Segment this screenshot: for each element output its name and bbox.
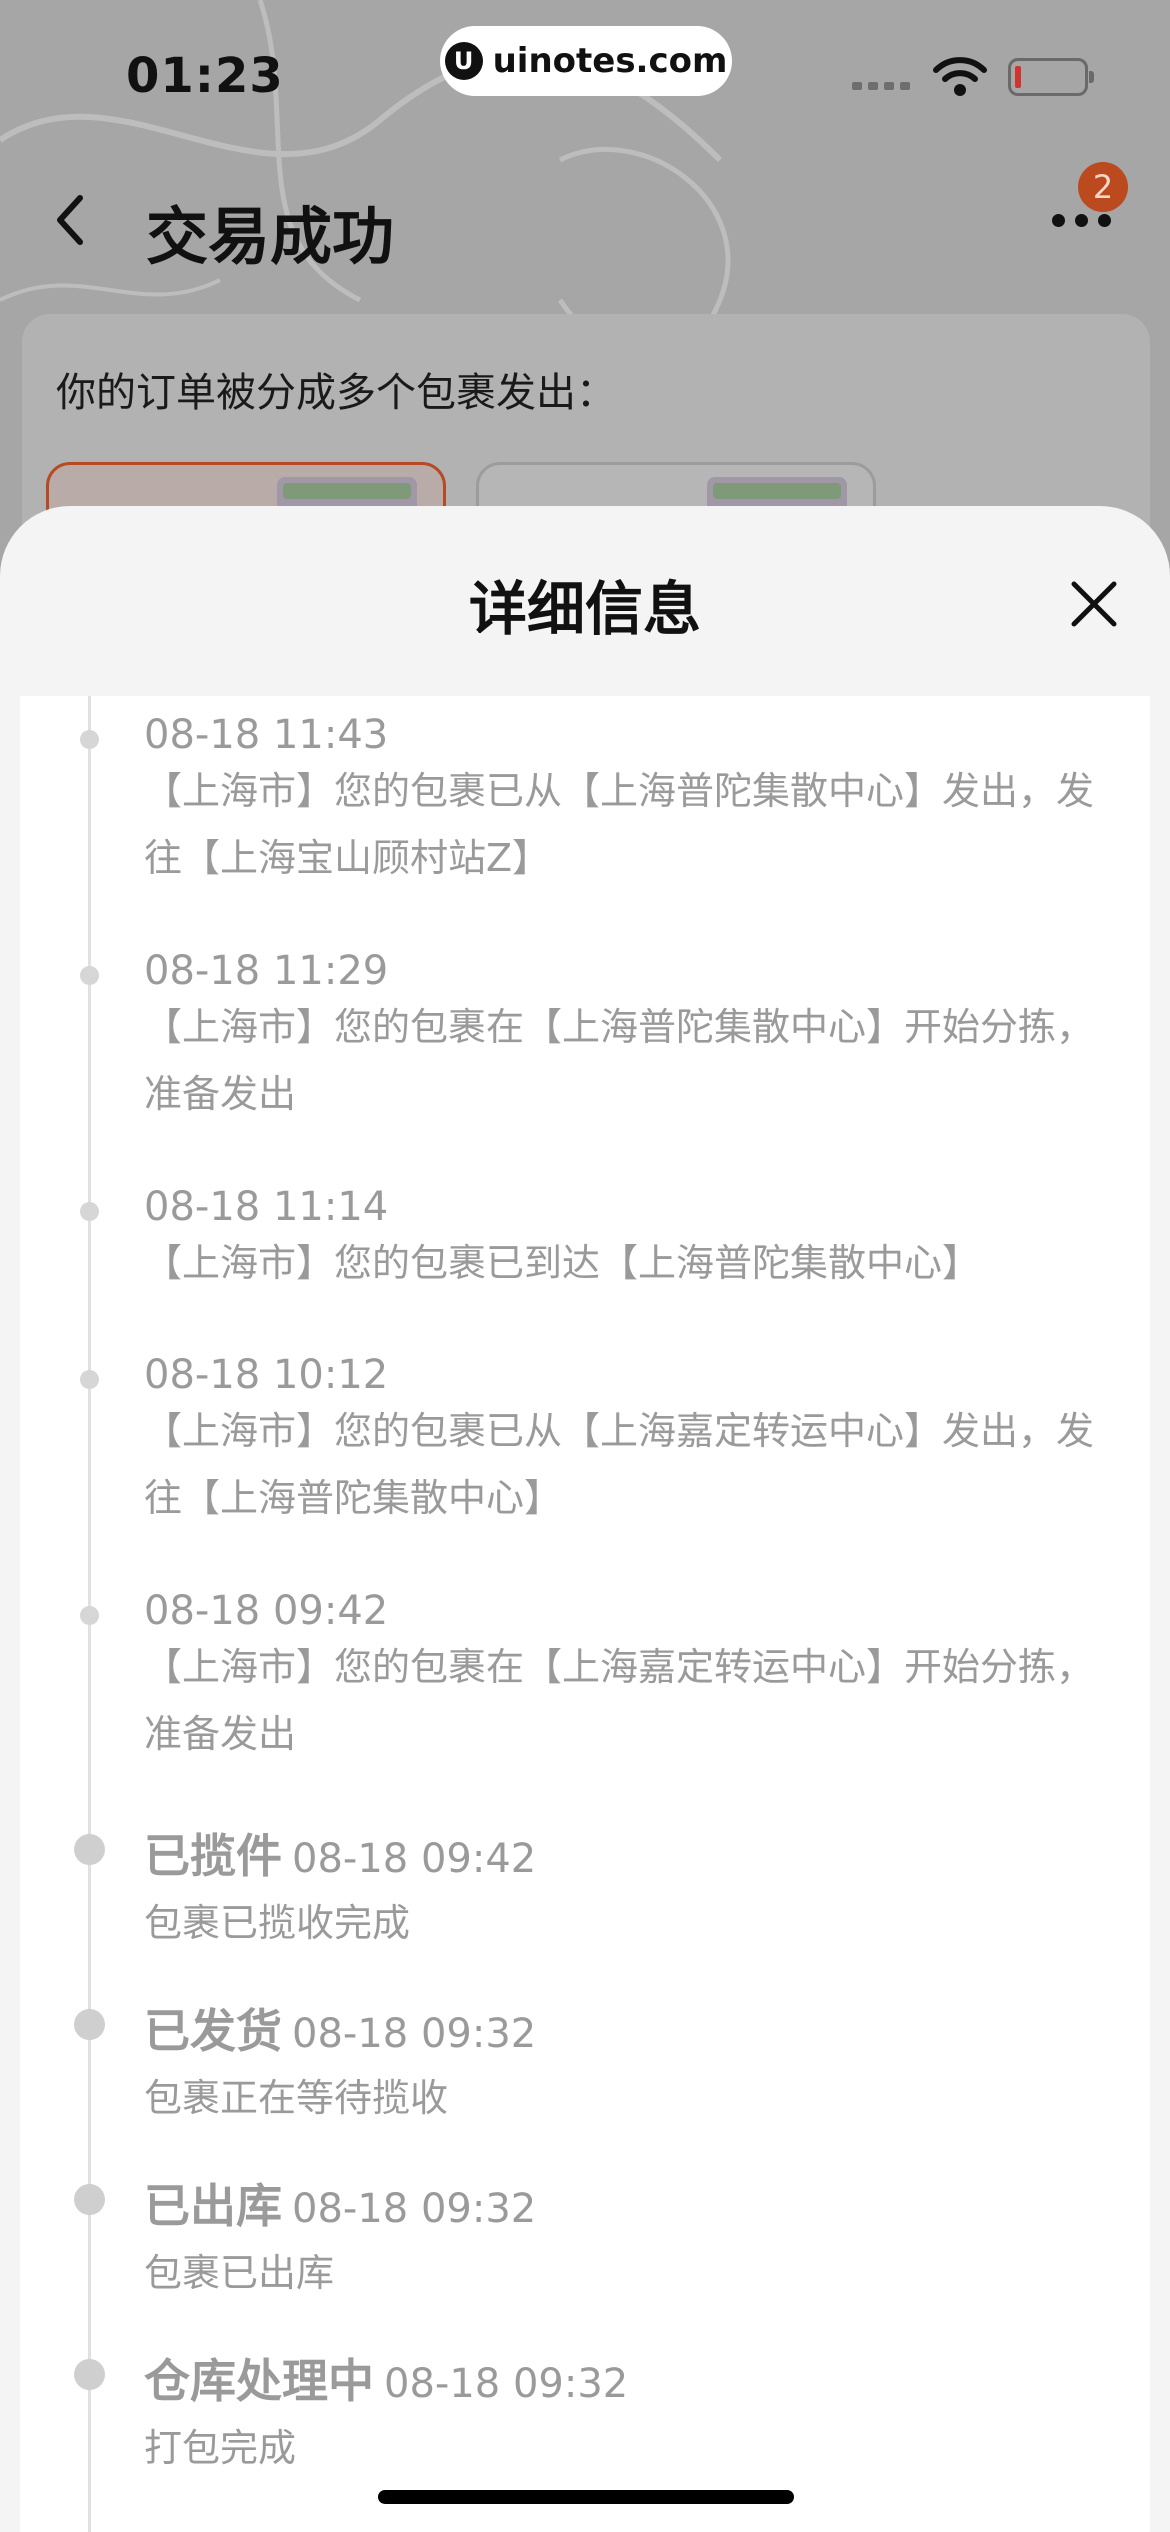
- event-time: 08-18 11:14: [144, 1184, 389, 1230]
- signal-icon: [852, 82, 910, 90]
- url-text: uinotes.com: [492, 41, 728, 81]
- event-text: 【上海市】您的包裹已从【上海普陀集散中心】发出，发往【上海宝山顾村站Z】: [144, 769, 1095, 880]
- timeline-dot: [80, 966, 99, 985]
- timeline-dot: [80, 730, 99, 749]
- more-icon[interactable]: [1052, 214, 1111, 227]
- sheet-title: 详细信息: [468, 575, 701, 643]
- uinotes-logo-icon: U: [444, 42, 483, 80]
- milestone-time: 08-18 09:32: [292, 2011, 537, 2057]
- back-arrow-icon[interactable]: [50, 190, 90, 250]
- detail-sheet: 详细信息 08-18 11:43 【上海市】您的包裹已从【上海普陀集散中心】发出…: [0, 506, 1170, 2532]
- timeline-dot: [74, 2009, 105, 2040]
- event-time: 08-18 10:12: [144, 1352, 389, 1398]
- milestone-text: 包裹已出库: [144, 2251, 335, 2295]
- event-text: 【上海市】您的包裹在【上海普陀集散中心】开始分拣，准备发出: [144, 1005, 1095, 1116]
- timeline-dot: [74, 2184, 105, 2215]
- event-time: 08-18 11:43: [144, 712, 389, 758]
- status-time: 01:23: [126, 48, 284, 104]
- timeline-dot: [80, 1202, 99, 1221]
- split-notice: 你的订单被分成多个包裹发出：: [56, 370, 616, 416]
- timeline-dot: [80, 1606, 99, 1625]
- close-icon[interactable]: [1066, 576, 1122, 632]
- battery-icon: [1008, 58, 1094, 96]
- timeline-dot: [74, 1834, 105, 1865]
- milestone-status: 已出库: [144, 2179, 282, 2233]
- event-text: 【上海市】您的包裹已到达【上海普陀集散中心】: [144, 1241, 981, 1285]
- milestone-status: 仓库处理中: [144, 2354, 374, 2408]
- milestone-text: 包裹已揽收完成: [144, 1901, 411, 1945]
- home-indicator[interactable]: [378, 2490, 794, 2504]
- milestone-time: 08-18 09:32: [384, 2361, 629, 2407]
- event-text: 【上海市】您的包裹已从【上海嘉定转运中心】发出，发往【上海普陀集散中心】: [144, 1409, 1095, 1520]
- milestone-time: 08-18 09:42: [292, 1836, 537, 1882]
- event-time: 08-18 09:42: [144, 1588, 389, 1634]
- milestone-text: 包裹正在等待揽收: [144, 2076, 449, 2120]
- event-text: 【上海市】您的包裹在【上海嘉定转运中心】开始分拣，准备发出: [144, 1645, 1095, 1756]
- event-time: 08-18 11:29: [144, 948, 389, 994]
- page-title: 交易成功: [146, 200, 395, 273]
- timeline-dot: [74, 2359, 105, 2390]
- url-pill: U uinotes.com: [440, 26, 732, 96]
- wifi-icon: [933, 57, 987, 96]
- logistics-timeline: 08-18 11:43 【上海市】您的包裹已从【上海普陀集散中心】发出，发往【上…: [20, 696, 1150, 2532]
- notification-badge: 2: [1078, 162, 1128, 212]
- milestone-time: 08-18 09:32: [292, 2186, 537, 2232]
- milestone-status: 已揽件: [144, 1829, 282, 1883]
- milestone-status: 已发货: [144, 2004, 282, 2058]
- milestone-text: 打包完成: [144, 2426, 297, 2470]
- timeline-dot: [80, 1370, 99, 1389]
